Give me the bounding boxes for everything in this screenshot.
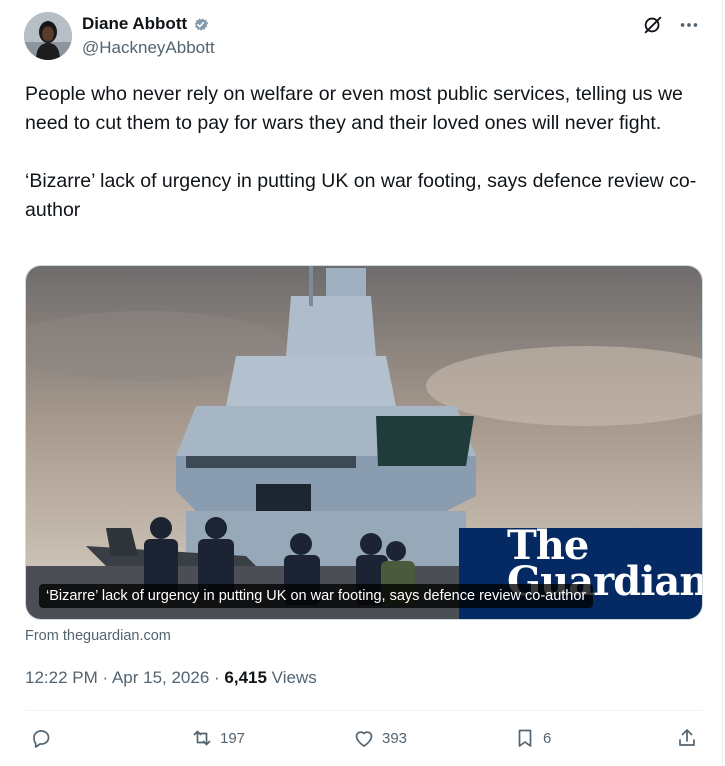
tweet-meta: 12:22 PM · Apr 15, 2026 · 6,415 Views <box>25 668 317 688</box>
action-bar: 197 393 6 <box>25 726 703 756</box>
like-icon <box>352 726 376 750</box>
bookmark-button[interactable]: 6 <box>513 726 551 750</box>
share-icon <box>675 726 699 750</box>
tweet-date[interactable]: Apr 15, 2026 <box>112 668 209 687</box>
share-button[interactable] <box>675 726 699 750</box>
author-handle[interactable]: @HackneyAbbott <box>82 38 215 58</box>
avatar[interactable] <box>24 12 72 60</box>
reply-icon <box>29 726 53 750</box>
bookmark-count: 6 <box>543 729 552 747</box>
like-count: 393 <box>382 729 408 747</box>
author-name-row[interactable]: Diane Abbott <box>82 14 210 34</box>
views-count: 6,415 <box>224 668 267 687</box>
card-title: ‘Bizarre’ lack of urgency in putting UK … <box>39 584 594 608</box>
tweet-top-actions <box>642 14 700 36</box>
repost-icon <box>190 726 214 750</box>
repost-count: 197 <box>220 729 246 747</box>
link-card[interactable]: The Guardian ‘Bizarre’ lack of urgency i… <box>25 265 703 620</box>
tweet-text: People who never rely on welfare or even… <box>25 83 697 221</box>
tweet-time[interactable]: 12:22 PM <box>25 668 98 687</box>
grok-icon[interactable] <box>642 14 664 36</box>
meta-separator: · <box>209 668 225 687</box>
repost-button[interactable]: 197 <box>190 726 245 750</box>
display-name[interactable]: Diane Abbott <box>82 14 187 34</box>
verified-badge-icon[interactable] <box>191 15 210 34</box>
meta-separator: · <box>97 668 112 687</box>
reply-button[interactable] <box>29 726 59 750</box>
views-label: Views <box>266 668 317 687</box>
divider <box>25 710 703 711</box>
tweet-detail: Diane Abbott @HackneyAbbott People who n… <box>0 0 723 766</box>
avatar-image <box>24 12 72 60</box>
card-source[interactable]: From theguardian.com <box>25 628 171 644</box>
bookmark-icon <box>513 726 537 750</box>
like-button[interactable]: 393 <box>352 726 407 750</box>
more-icon[interactable] <box>678 14 700 36</box>
